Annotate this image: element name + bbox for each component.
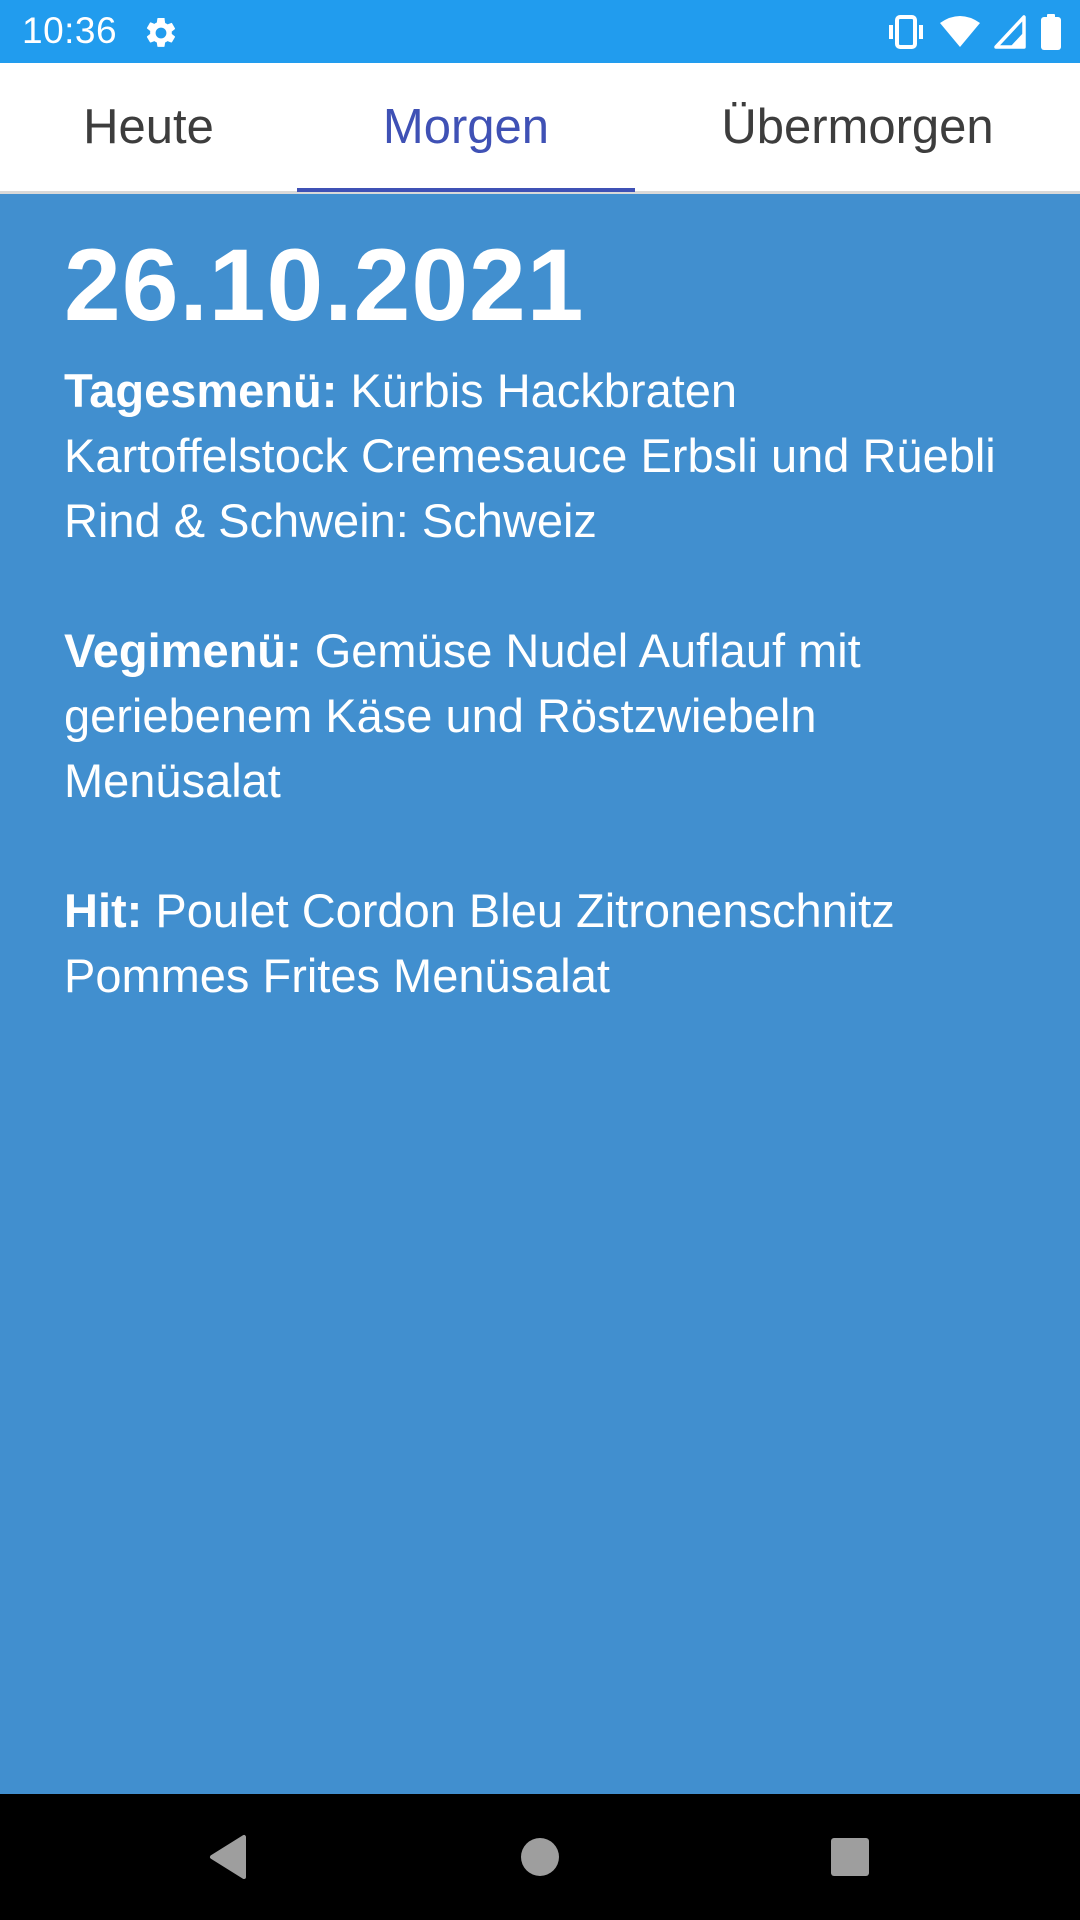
daily-menu-label: Tagesmenü: (64, 364, 338, 417)
home-icon[interactable] (505, 1822, 575, 1892)
tab-uebermorgen[interactable]: Übermorgen (635, 63, 1080, 191)
hit-menu: Hit: Poulet Cordon Bleu Zitronenschnitz … (64, 878, 1024, 1008)
app-screen: 10:36 Heute Morgen Übermorgen 26.10.2021… (0, 0, 1080, 1920)
battery-icon (1040, 14, 1062, 50)
tab-heute[interactable]: Heute (0, 63, 297, 191)
status-bar: 10:36 (0, 0, 1080, 63)
navigation-bar (0, 1794, 1080, 1920)
tab-morgen[interactable]: Morgen (297, 63, 635, 191)
vegetarian-menu-label: Vegimenü: (64, 624, 302, 677)
selected-tab-indicator (297, 188, 635, 192)
menu-content: 26.10.2021 Tagesmenü: Kürbis Hackbraten … (64, 194, 1024, 1008)
back-icon[interactable] (193, 1822, 263, 1892)
recents-icon[interactable] (815, 1822, 885, 1892)
status-time: 10:36 (22, 10, 118, 51)
hit-menu-text: Poulet Cordon Bleu Zitronenschnitz Pomme… (64, 884, 895, 1002)
signal-icon (994, 15, 1026, 49)
hit-menu-label: Hit: (64, 884, 143, 937)
status-icons (886, 12, 1062, 52)
wifi-icon (940, 15, 980, 49)
menu-date: 26.10.2021 (64, 228, 585, 342)
vibrate-icon (886, 14, 926, 50)
daily-menu: Tagesmenü: Kürbis Hackbraten Kartoffelst… (64, 358, 1024, 553)
settings-icon (143, 15, 179, 51)
tab-bar: Heute Morgen Übermorgen (0, 63, 1080, 194)
vegetarian-menu: Vegimenü: Gemüse Nudel Auflauf mit gerie… (64, 618, 1024, 813)
